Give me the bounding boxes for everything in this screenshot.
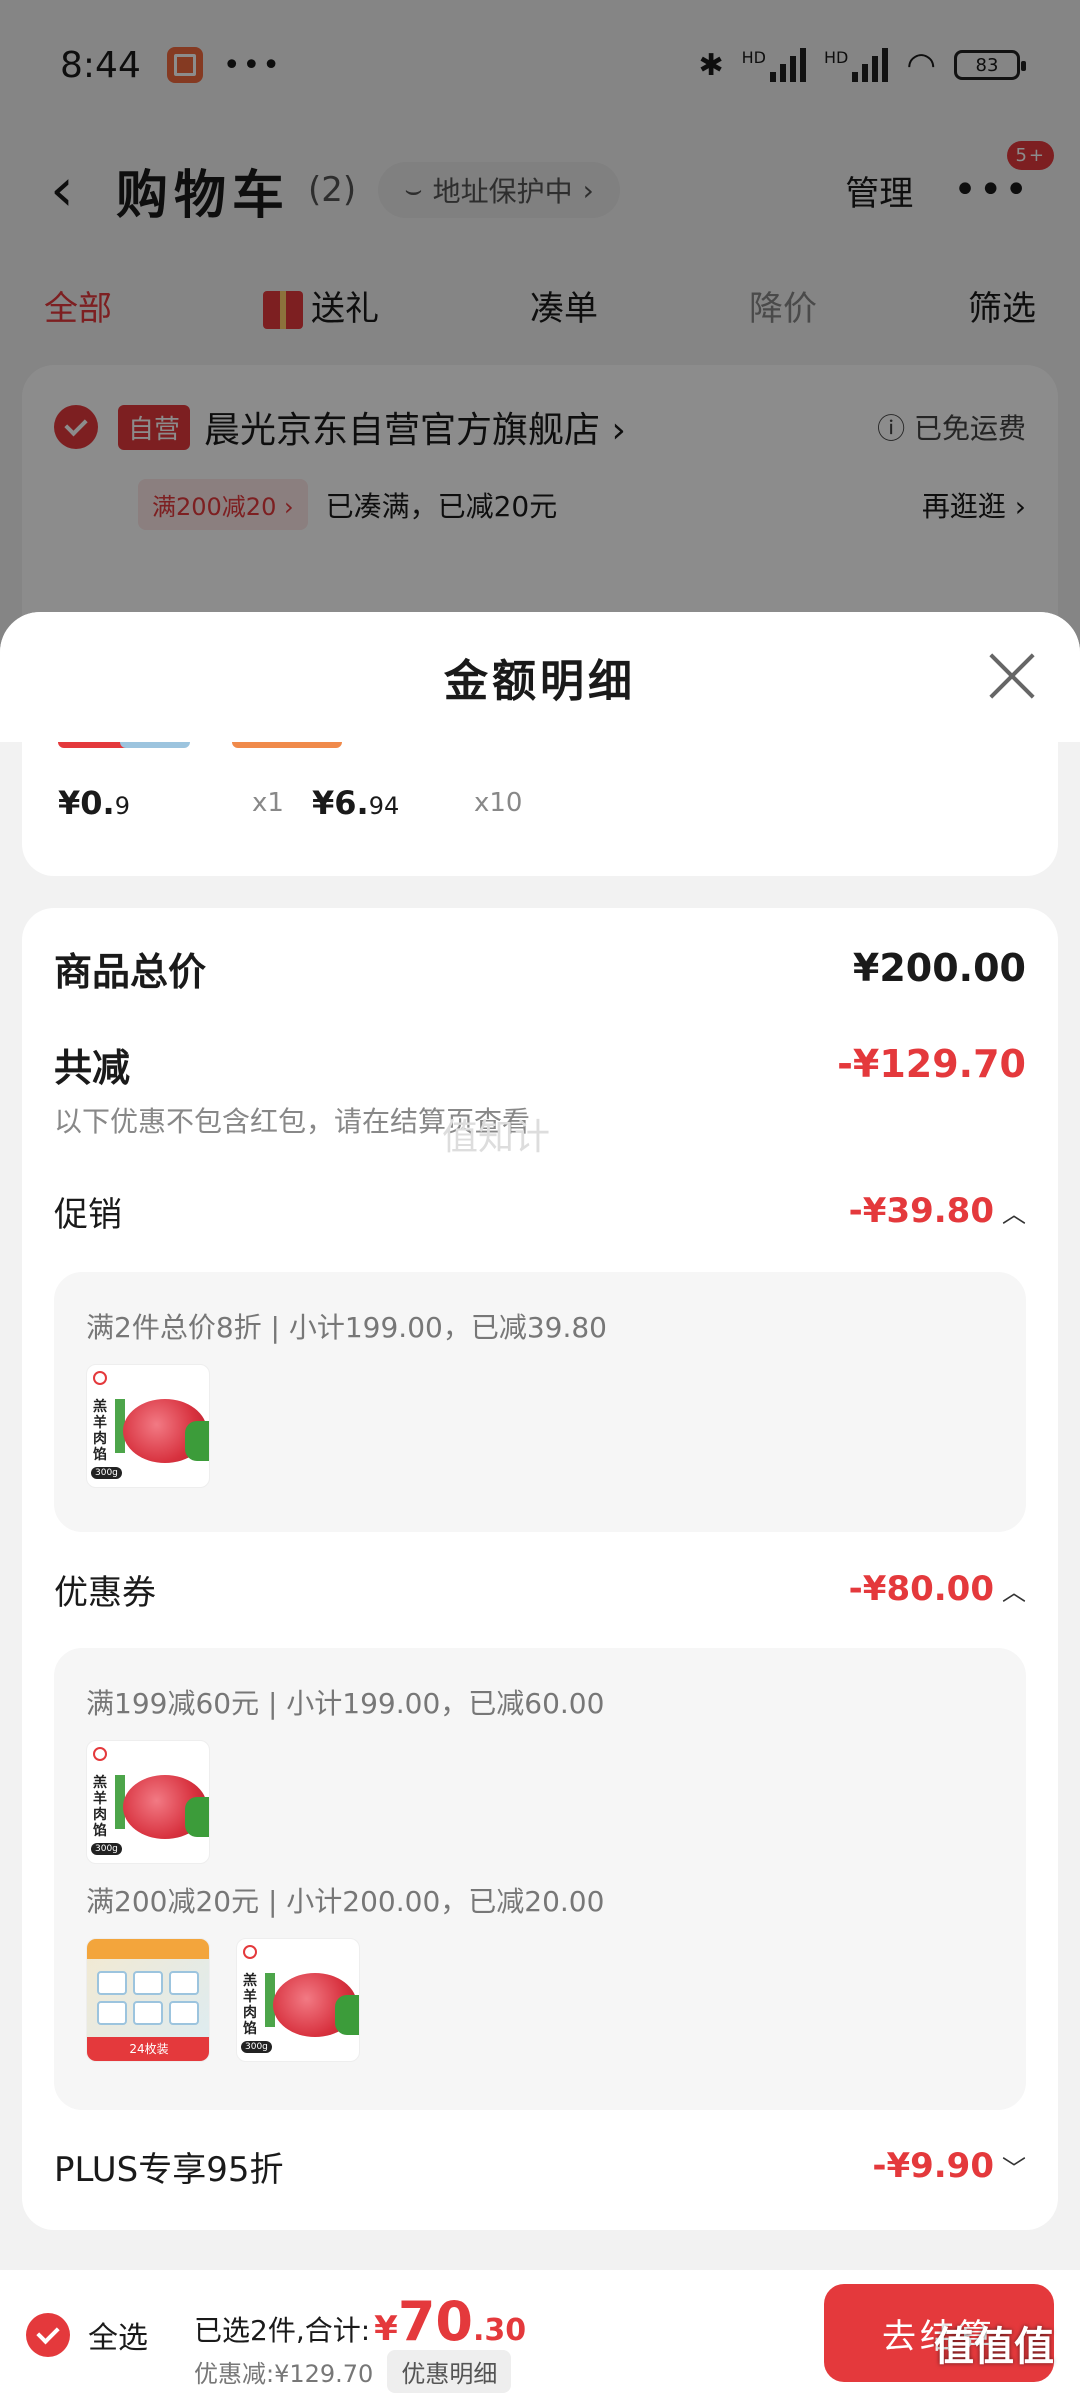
chevron-up-icon: ︿	[1002, 1199, 1026, 1228]
discount-summary: 优惠减:¥129.70	[194, 2360, 374, 2388]
price-detail-card: 商品总价 ¥200.00 共减 -¥129.70 以下优惠不包含红包，请在结算页…	[22, 908, 1058, 2230]
goods-qty: x1	[252, 788, 284, 818]
discount-label: 共减	[54, 1045, 131, 1090]
product-thumb-edge	[232, 742, 342, 748]
site-watermark-logo: 值值值	[934, 2324, 1054, 2370]
checkout-bar: 全选 已选2件,合计: ¥ 70 .30 优惠减:¥129.70 优惠明细 去结…	[0, 2270, 1080, 2400]
discount-value: -¥129.70	[837, 1042, 1026, 1086]
goods-qty: x10	[474, 788, 523, 818]
close-icon[interactable]	[988, 652, 1036, 700]
promo-value: -¥39.80	[848, 1191, 994, 1231]
currency-symbol: ¥	[374, 2309, 398, 2349]
promo-section-header[interactable]: 促销 -¥39.80 ︿	[54, 1186, 1026, 1236]
product-weight: 300g	[91, 1843, 122, 1855]
sticker-count: 24枚装	[87, 2037, 209, 2061]
brand-logo-icon	[93, 1747, 107, 1761]
coupon-label: 优惠券	[54, 1572, 156, 1613]
watermark-text: 值知计	[442, 1117, 551, 1158]
promo-label: 促销	[54, 1194, 122, 1235]
goods-price: ¥6.94	[312, 784, 399, 822]
coupon-line: 满200减20元 | 小计200.00，已减20.00	[86, 1885, 605, 1918]
chevron-up-icon: ︿	[1002, 1577, 1026, 1606]
plus-value: -¥9.90	[872, 2146, 994, 2186]
coupon-group: 满199减60元 | 小计199.00，已减60.00 羔羊肉馅 300g 满2…	[54, 1648, 1026, 2110]
product-weight: 300g	[91, 1467, 122, 1479]
plus-section-header[interactable]: PLUS专享95折 -¥9.90 ﹀	[54, 2136, 1026, 2196]
sticker-product-thumbnail[interactable]: 24枚装	[86, 1938, 210, 2062]
promo-group: 满2件总价8折 | 小计199.00，已减39.80 羔羊肉馅 300g	[54, 1272, 1026, 1532]
goods-summary-card: ¥0.9 x1 ¥6.94 x10	[22, 742, 1058, 876]
product-thumbnail[interactable]: 羔羊肉馅 300g	[86, 1364, 210, 1488]
total-integer: 70	[397, 2290, 473, 2353]
brand-logo-icon	[93, 1371, 107, 1385]
select-all-label[interactable]: 全选	[88, 2313, 148, 2357]
plus-label: PLUS专享95折	[54, 2149, 284, 2190]
total-value: ¥200.00	[852, 946, 1026, 990]
total-decimal: .30	[472, 2313, 527, 2348]
product-thumbnail[interactable]: 羔羊肉馅 300g	[236, 1938, 360, 2062]
coupon-section-header[interactable]: 优惠券 -¥80.00 ︿	[54, 1564, 1026, 1614]
total-label: 商品总价	[54, 949, 207, 994]
amount-detail-sheet: 金额明细 ¥0.9 x1 ¥6.94 x10 商品总价 ¥200.00 共减 -…	[0, 612, 1080, 2400]
goods-price-dec: 94	[368, 792, 400, 820]
brand-logo-icon	[243, 1945, 257, 1959]
discount-detail-button[interactable]: 优惠明细	[387, 2350, 512, 2393]
product-weight: 300g	[241, 2041, 272, 2053]
chevron-down-icon: ﹀	[1002, 2154, 1026, 2183]
product-label: 羔羊肉馅	[243, 1973, 257, 2037]
summary-prefix: 已选2件,合计:	[194, 2314, 371, 2347]
sheet-header: 金额明细	[0, 612, 1080, 742]
goods-price-int: ¥0.	[58, 784, 115, 822]
sheet-title: 金额明细	[444, 656, 636, 707]
goods-price: ¥0.9	[58, 784, 130, 822]
coupon-value: -¥80.00	[848, 1569, 994, 1609]
product-label: 羔羊肉馅	[93, 1775, 107, 1839]
promo-line: 满2件总价8折 | 小计199.00，已减39.80	[86, 1311, 607, 1344]
select-all-checkbox[interactable]	[26, 2313, 70, 2357]
total-summary: 已选2件,合计: ¥ 70 .30 优惠减:¥129.70 优惠明细	[194, 2270, 594, 2400]
product-thumb-edge	[120, 742, 190, 748]
product-label: 羔羊肉馅	[93, 1399, 107, 1463]
site-watermark-url: zhizhizhi.com	[959, 2382, 1054, 2398]
coupon-line: 满199减60元 | 小计199.00，已减60.00	[86, 1687, 605, 1720]
goods-price-int: ¥6.	[312, 784, 369, 822]
product-thumbnail[interactable]: 羔羊肉馅 300g	[86, 1740, 210, 1864]
goods-price-dec: 9	[114, 792, 130, 820]
